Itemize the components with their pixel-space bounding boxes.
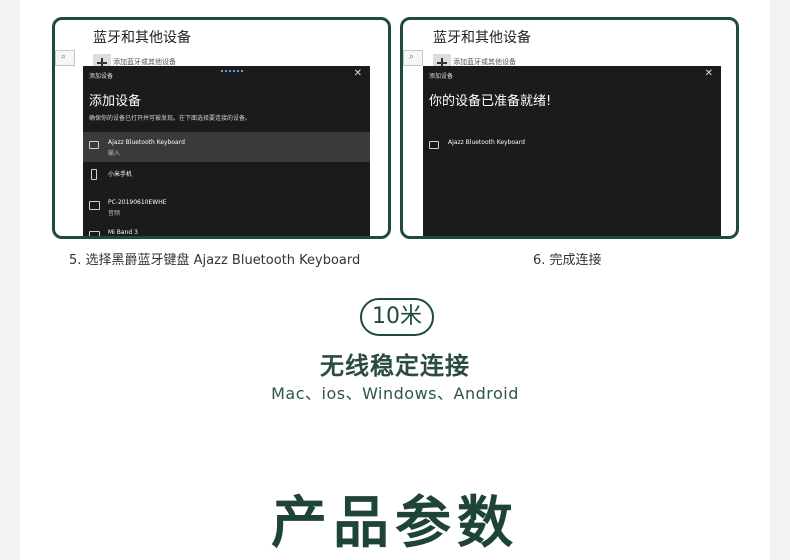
device-item-keyboard: Ajazz Bluetooth Keyboard bbox=[423, 132, 721, 162]
dialog-instructions: 确保你的设备已打开并可被发现。在下面选择要连接的设备。 bbox=[89, 115, 252, 122]
device-name: Ajazz Bluetooth Keyboard bbox=[448, 139, 525, 146]
caption-step-5: 5. 选择黑爵蓝牙键盘 Ajazz Bluetooth Keyboard bbox=[69, 253, 361, 268]
platform-list: Mac、ios、Windows、Android bbox=[271, 384, 519, 403]
caption-step-6: 6. 完成连接 bbox=[533, 253, 602, 268]
settings-title: 蓝牙和其他设备 bbox=[433, 30, 531, 46]
phone-icon bbox=[91, 169, 97, 180]
searching-progress bbox=[221, 70, 243, 72]
search-icon: ⌕ bbox=[409, 52, 415, 62]
screenshot-select-keyboard: ⌕ 蓝牙和其他设备 添加蓝牙或其他设备 添加设备 ✕ 添加设备 确保你的设备已打… bbox=[52, 17, 391, 239]
device-type: 音频 bbox=[108, 210, 121, 217]
section-title: 产品参数 bbox=[271, 491, 519, 556]
tagline: 无线稳定连接 bbox=[320, 352, 470, 380]
screenshot-connection-done: ⌕ 蓝牙和其他设备 添加蓝牙或其他设备 添加设备 ✕ 你的设备已准备就绪! Aj… bbox=[400, 17, 739, 239]
dialog-titlebar: 添加设备 bbox=[429, 73, 454, 80]
device-item-pc[interactable]: PC-20190610EWHE 音频 bbox=[83, 192, 370, 222]
dialog-title: 添加设备 bbox=[89, 94, 142, 109]
device-name: 小米手机 bbox=[108, 171, 133, 178]
device-type: 输入 bbox=[108, 150, 121, 157]
device-name: Mi Band 3 bbox=[108, 229, 138, 236]
device-name: Ajazz Bluetooth Keyboard bbox=[108, 139, 185, 146]
dialog-title: 你的设备已准备就绪! bbox=[429, 94, 552, 109]
device-item-phone[interactable]: 小米手机 bbox=[83, 162, 370, 192]
add-device-dialog: 添加设备 ✕ 添加设备 确保你的设备已打开并可被发现。在下面选择要连接的设备。 … bbox=[83, 66, 370, 236]
add-device-dialog: 添加设备 ✕ 你的设备已准备就绪! Ajazz Bluetooth Keyboa… bbox=[423, 66, 721, 236]
close-icon[interactable]: ✕ bbox=[705, 68, 713, 79]
band-icon bbox=[89, 231, 100, 236]
close-icon[interactable]: ✕ bbox=[354, 68, 362, 79]
settings-title: 蓝牙和其他设备 bbox=[93, 30, 191, 46]
search-icon: ⌕ bbox=[61, 52, 67, 62]
search-box[interactable]: ⌕ bbox=[403, 50, 423, 66]
keyboard-icon bbox=[429, 141, 439, 149]
range-badge: 10米 bbox=[360, 298, 434, 336]
keyboard-icon bbox=[89, 141, 99, 149]
dialog-titlebar: 添加设备 bbox=[89, 73, 114, 80]
device-name: PC-20190610EWHE bbox=[108, 199, 167, 206]
pc-icon bbox=[89, 201, 100, 210]
device-item-band[interactable]: Mi Band 3 bbox=[83, 222, 370, 236]
device-item-keyboard[interactable]: Ajazz Bluetooth Keyboard 输入 bbox=[83, 132, 370, 162]
search-box[interactable]: ⌕ bbox=[55, 50, 75, 66]
